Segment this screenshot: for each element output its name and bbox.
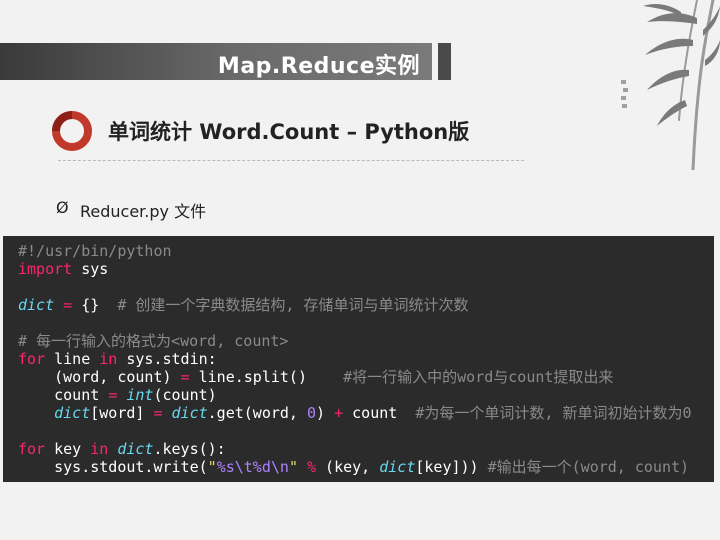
section-subtitle: 单词统计 Word.Count – Python版 xyxy=(108,120,470,144)
red-ring-logo-icon xyxy=(52,111,92,151)
code-block: #!/usr/bin/python import sys dict = {} # 创… xyxy=(18,242,692,476)
code-panel: #!/usr/bin/python import sys dict = {} # 创… xyxy=(3,236,714,482)
bullet-label: Reducer.py 文件 xyxy=(80,202,207,221)
code-line-dict-init: dict = {} # 创建一个字典数据结构, 存储单词与单词统计次数 xyxy=(18,296,469,314)
code-line-split: (word, count) = line.split() #将一行输入中的wor… xyxy=(18,368,614,386)
dashed-divider xyxy=(58,160,524,161)
code-line-write: sys.stdout.write("%s\t%d\n" % (key, dict… xyxy=(18,458,690,476)
code-line-for-keys: for key in dict.keys(): xyxy=(18,440,226,458)
slide-title: Map.Reduce实例 xyxy=(217,54,420,79)
code-line-for-stdin: for line in sys.stdin: xyxy=(18,350,217,368)
code-line-import: import sys xyxy=(18,260,109,278)
code-line-shebang: #!/usr/bin/python xyxy=(18,242,172,260)
bamboo-decoration-icon xyxy=(621,0,720,170)
bullet-arrow-icon: Ø xyxy=(56,198,69,217)
code-line-format-comment: # 每一行输入的格式为<word, count> xyxy=(18,332,289,350)
title-bar: Map.Reduce实例 xyxy=(0,43,432,80)
title-bar-cap xyxy=(438,43,451,80)
code-line-int-count: count = int(count) xyxy=(18,386,217,404)
code-line-dict-get: dict[word] = dict.get(word, 0) + count #… xyxy=(54,404,692,422)
